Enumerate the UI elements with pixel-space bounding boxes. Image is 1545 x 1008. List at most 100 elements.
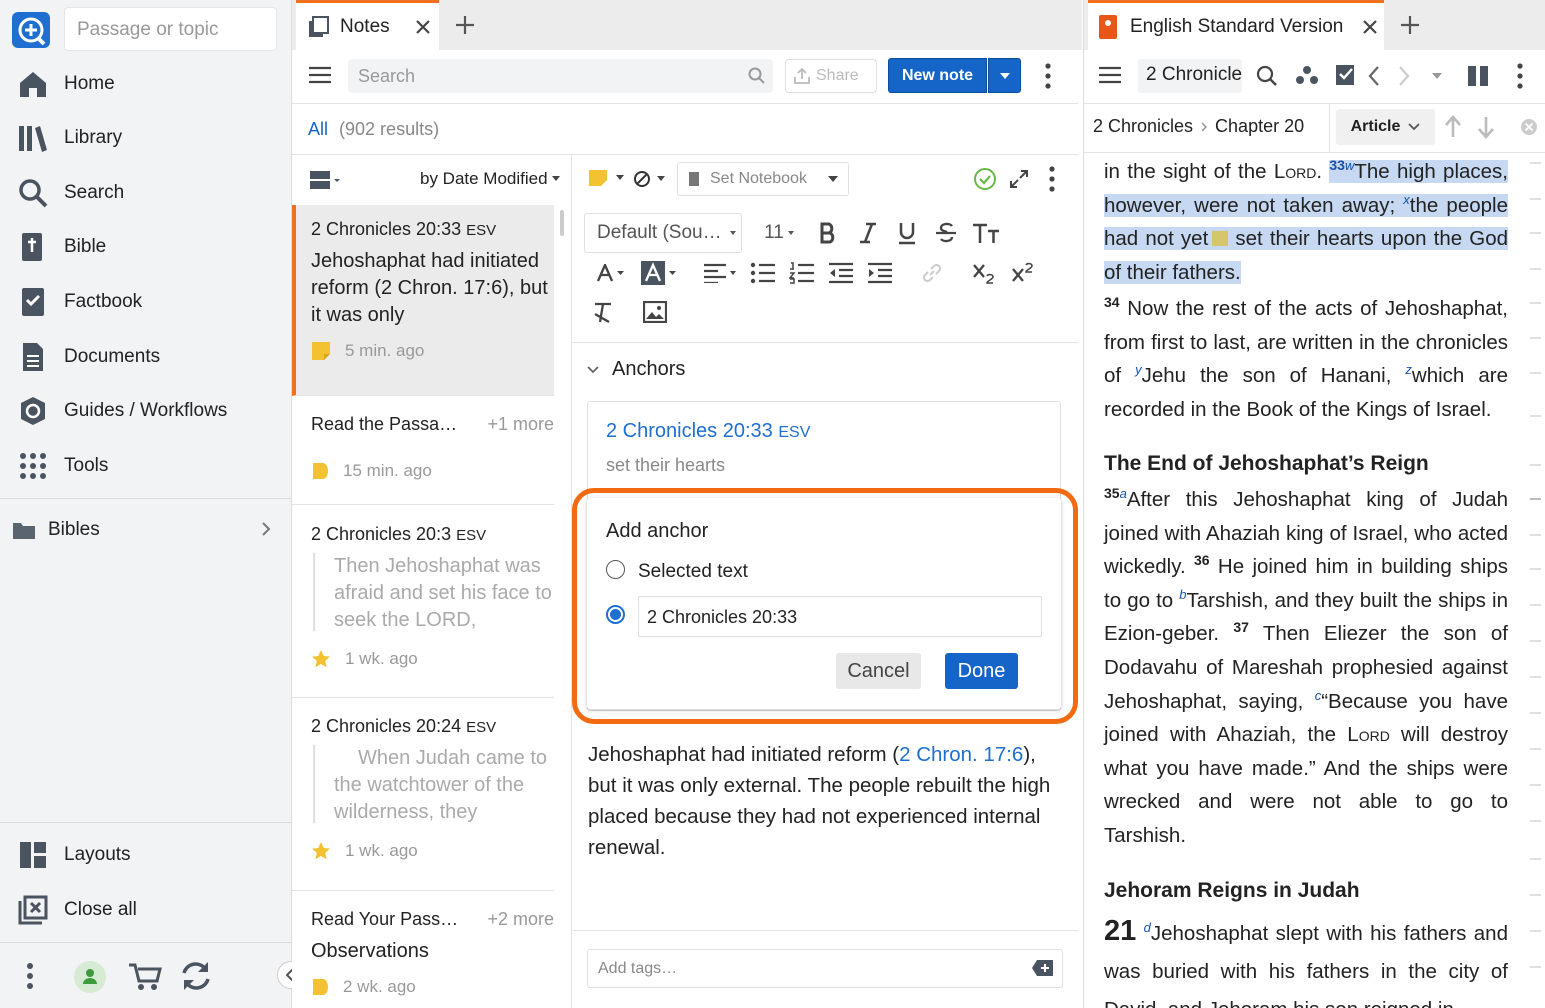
bibles-collection[interactable]: Bibles (0, 505, 292, 555)
sort-dropdown[interactable]: by Date Modified (420, 169, 560, 189)
scroll-tick (1530, 712, 1541, 714)
subscript-icon[interactable] (969, 258, 999, 288)
notes-search-input[interactable]: Search (348, 59, 773, 93)
bible-text-verse-32-33[interactable]: in the sight of the Lord. 33wThe high pl… (1104, 155, 1508, 289)
bible-text-verses-35-37[interactable]: 35aAfter this Jehoshaphat king of Judah … (1104, 483, 1508, 853)
more-vertical-icon[interactable] (1513, 62, 1527, 90)
link-icon[interactable] (917, 258, 947, 288)
arrow-down-icon[interactable] (1477, 115, 1495, 139)
view-mode-dropdown[interactable]: Article (1336, 109, 1435, 145)
note-body[interactable]: Jehoshaphat had initiated reform (2 Chro… (588, 739, 1063, 863)
nav-factbook[interactable]: Factbook (0, 277, 292, 327)
close-icon[interactable] (415, 19, 430, 34)
nav-guides[interactable]: Guides / Workflows (0, 386, 292, 436)
close-circle-icon[interactable] (1520, 118, 1538, 136)
nav-search[interactable]: Search (0, 168, 292, 218)
add-tab-icon[interactable] (1400, 15, 1420, 35)
view-toggle-icon[interactable] (310, 171, 340, 189)
new-note-button[interactable]: New note (888, 58, 987, 93)
font-family-dropdown[interactable]: Default (Sou… (584, 213, 742, 253)
numbered-list-icon[interactable] (787, 258, 817, 288)
expand-icon[interactable] (1009, 169, 1029, 189)
nav-bible[interactable]: Bible (0, 222, 292, 272)
back-icon[interactable] (1367, 65, 1381, 87)
footnote-marker[interactable]: d (1144, 920, 1151, 935)
insert-image-icon[interactable] (640, 297, 670, 327)
anchors-section-toggle[interactable]: Anchors (586, 358, 685, 381)
breadcrumb-chapter[interactable]: Chapter 20 (1215, 116, 1304, 137)
search-icon[interactable] (748, 67, 766, 85)
note-list-item[interactable]: 2 Chronicles 20:24 ESV When Judah came t… (292, 698, 554, 891)
note-list-item[interactable]: 2 Chronicles 20:3 ESV Then Jehoshaphat w… (292, 506, 554, 698)
text-size-icon[interactable] (970, 218, 1002, 248)
bible-text-chapter-21[interactable]: 21 dJehoshaphat slept with his fathers a… (1104, 912, 1508, 1008)
close-icon[interactable] (1363, 19, 1378, 34)
nav-close-all[interactable]: Close all (0, 885, 292, 935)
people-icon[interactable] (1294, 65, 1320, 87)
filter-all-link[interactable]: All (308, 119, 328, 139)
nav-library[interactable]: Library (0, 113, 292, 163)
footnote-marker[interactable]: a (1120, 486, 1127, 501)
more-vertical-icon[interactable] (1045, 165, 1059, 193)
add-tab-icon[interactable] (455, 15, 475, 35)
hamburger-menu-icon[interactable] (1099, 66, 1121, 84)
share-button[interactable]: Share (785, 59, 877, 93)
note-list-item[interactable]: 2 Chronicles 20:33 ESV Jehoshaphat had i… (292, 205, 554, 396)
underline-icon[interactable] (893, 218, 921, 248)
clear-style-dropdown[interactable] (633, 170, 665, 188)
bullet-list-icon[interactable] (748, 258, 778, 288)
new-note-dropdown-button[interactable] (988, 58, 1021, 93)
parallel-view-icon[interactable] (1467, 65, 1489, 87)
align-dropdown[interactable] (700, 258, 738, 288)
hamburger-menu-icon[interactable] (309, 66, 331, 84)
tab-esv[interactable]: English Standard Version (1088, 0, 1384, 50)
tab-notes[interactable]: Notes (296, 0, 439, 50)
font-color-dropdown[interactable] (590, 258, 630, 288)
indent-icon[interactable] (865, 258, 895, 288)
bold-icon[interactable] (814, 218, 842, 248)
tools-grid-icon (0, 452, 64, 480)
note-marker-icon[interactable] (1212, 231, 1229, 247)
note-style-dropdown[interactable] (588, 169, 624, 187)
nav-layouts[interactable]: Layouts (0, 830, 292, 880)
reference-box[interactable]: 2 Chronicle (1138, 59, 1242, 93)
scroll-position-marker[interactable] (1530, 498, 1541, 500)
sync-icon[interactable] (178, 959, 214, 993)
nav-home[interactable]: Home (0, 59, 292, 109)
nav-documents[interactable]: Documents (0, 332, 292, 382)
forward-icon[interactable] (1397, 65, 1411, 87)
footnote-marker[interactable]: w (1345, 158, 1354, 173)
notebook-label: Set Notebook (710, 170, 807, 187)
more-vertical-icon[interactable] (1041, 62, 1055, 90)
logos-app-icon[interactable] (12, 12, 50, 48)
set-notebook-dropdown[interactable]: Set Notebook (677, 162, 849, 196)
divider (1329, 104, 1330, 152)
arrow-up-icon[interactable] (1444, 115, 1462, 139)
scrollbar-thumb[interactable] (560, 210, 564, 236)
footnote-marker[interactable]: b (1179, 587, 1186, 602)
passage-search-input[interactable]: Passage or topic (64, 7, 277, 51)
checklist-icon[interactable] (1335, 63, 1357, 87)
outdent-icon[interactable] (826, 258, 856, 288)
cart-icon[interactable] (128, 962, 162, 992)
superscript-icon[interactable] (1008, 258, 1038, 288)
scripture-link[interactable]: 2 Chron. 17:6 (899, 743, 1023, 766)
note-list-item[interactable]: Read the Passa… +1 more 15 min. ago (292, 396, 554, 505)
add-tags-input[interactable]: Add tags… (587, 949, 1063, 988)
add-tag-icon[interactable] (1031, 959, 1055, 977)
divider (0, 942, 292, 943)
nav-tools[interactable]: Tools (0, 441, 292, 491)
highlight-color-dropdown[interactable] (638, 258, 678, 288)
search-icon[interactable] (1256, 65, 1278, 87)
bible-text-verse-34[interactable]: 34 Now the rest of the acts of Jehoshaph… (1104, 292, 1508, 426)
italic-icon[interactable] (854, 218, 882, 248)
more-vertical-icon[interactable] (22, 962, 38, 990)
strikethrough-icon[interactable] (932, 218, 960, 248)
breadcrumb-book[interactable]: 2 Chronicles (1093, 116, 1193, 137)
note-list-item[interactable]: Read Your Pass… +2 more Observations 2 w… (292, 891, 554, 1008)
anchor-reference-link[interactable]: 2 Chronicles 20:33 (606, 420, 773, 442)
clear-formatting-icon[interactable] (589, 297, 617, 327)
account-avatar[interactable] (74, 961, 106, 993)
history-dropdown-icon[interactable] (1431, 72, 1443, 80)
font-size-dropdown[interactable]: 11 (753, 213, 805, 253)
